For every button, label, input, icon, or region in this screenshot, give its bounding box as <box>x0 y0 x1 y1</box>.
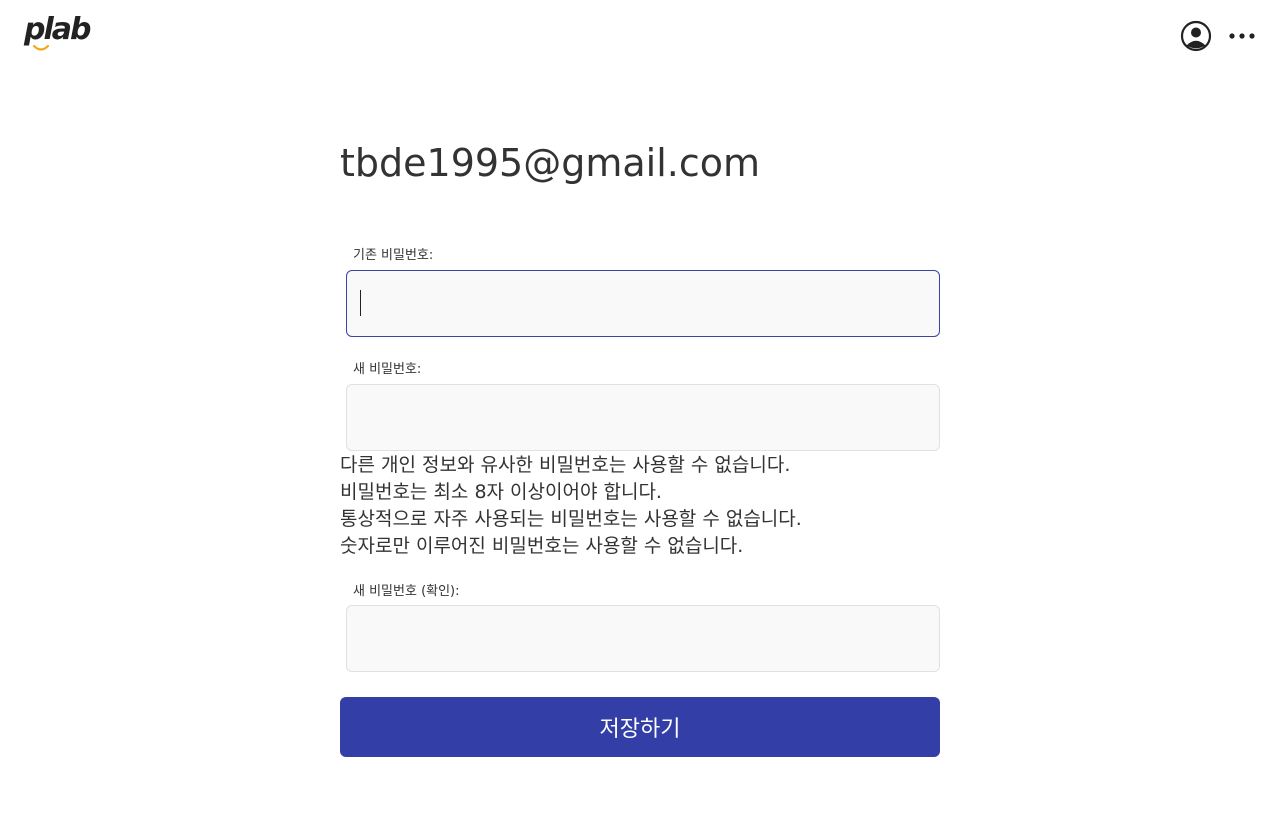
confirm-password-input[interactable] <box>346 605 940 672</box>
confirm-password-label: 새 비밀번호 (확인): <box>353 584 460 599</box>
plab-logo[interactable]: plab <box>24 12 91 54</box>
account-email: tbde1995@gmail.com <box>340 141 761 185</box>
hint-numeric-only: 숫자로만 이루어진 비밀번호는 사용할 수 없습니다. <box>340 535 744 557</box>
hint-common-password: 통상적으로 자주 사용되는 비밀번호는 사용할 수 없습니다. <box>340 508 802 530</box>
password-form: tbde1995@gmail.com 기존 비밀번호: 새 비밀번호: 다른 개… <box>340 136 940 757</box>
user-circle-icon[interactable] <box>1180 20 1212 52</box>
logo-text: plab <box>24 12 91 47</box>
password-hints: 다른 개인 정보와 유사한 비밀번호는 사용할 수 없습니다. 비밀번호는 최소… <box>340 452 802 560</box>
current-password-label: 기존 비밀번호: <box>353 248 434 263</box>
logo-smile-icon <box>33 45 49 51</box>
text-caret <box>360 290 361 316</box>
current-password-input[interactable] <box>346 270 940 337</box>
hint-similar-info: 다른 개인 정보와 유사한 비밀번호는 사용할 수 없습니다. <box>340 454 791 476</box>
save-button[interactable]: 저장하기 <box>340 697 940 757</box>
new-password-label: 새 비밀번호: <box>353 362 422 377</box>
hint-min-length: 비밀번호는 최소 8자 이상이어야 합니다. <box>340 481 662 503</box>
password-change-page: plab tbde1995@gmail.com 기존 비밀번호: 새 비밀번호:… <box>0 0 1288 817</box>
new-password-input[interactable] <box>346 384 940 451</box>
header-actions <box>1180 20 1256 52</box>
current-password-wrapper <box>346 270 940 337</box>
more-horizontal-icon[interactable] <box>1228 30 1256 42</box>
